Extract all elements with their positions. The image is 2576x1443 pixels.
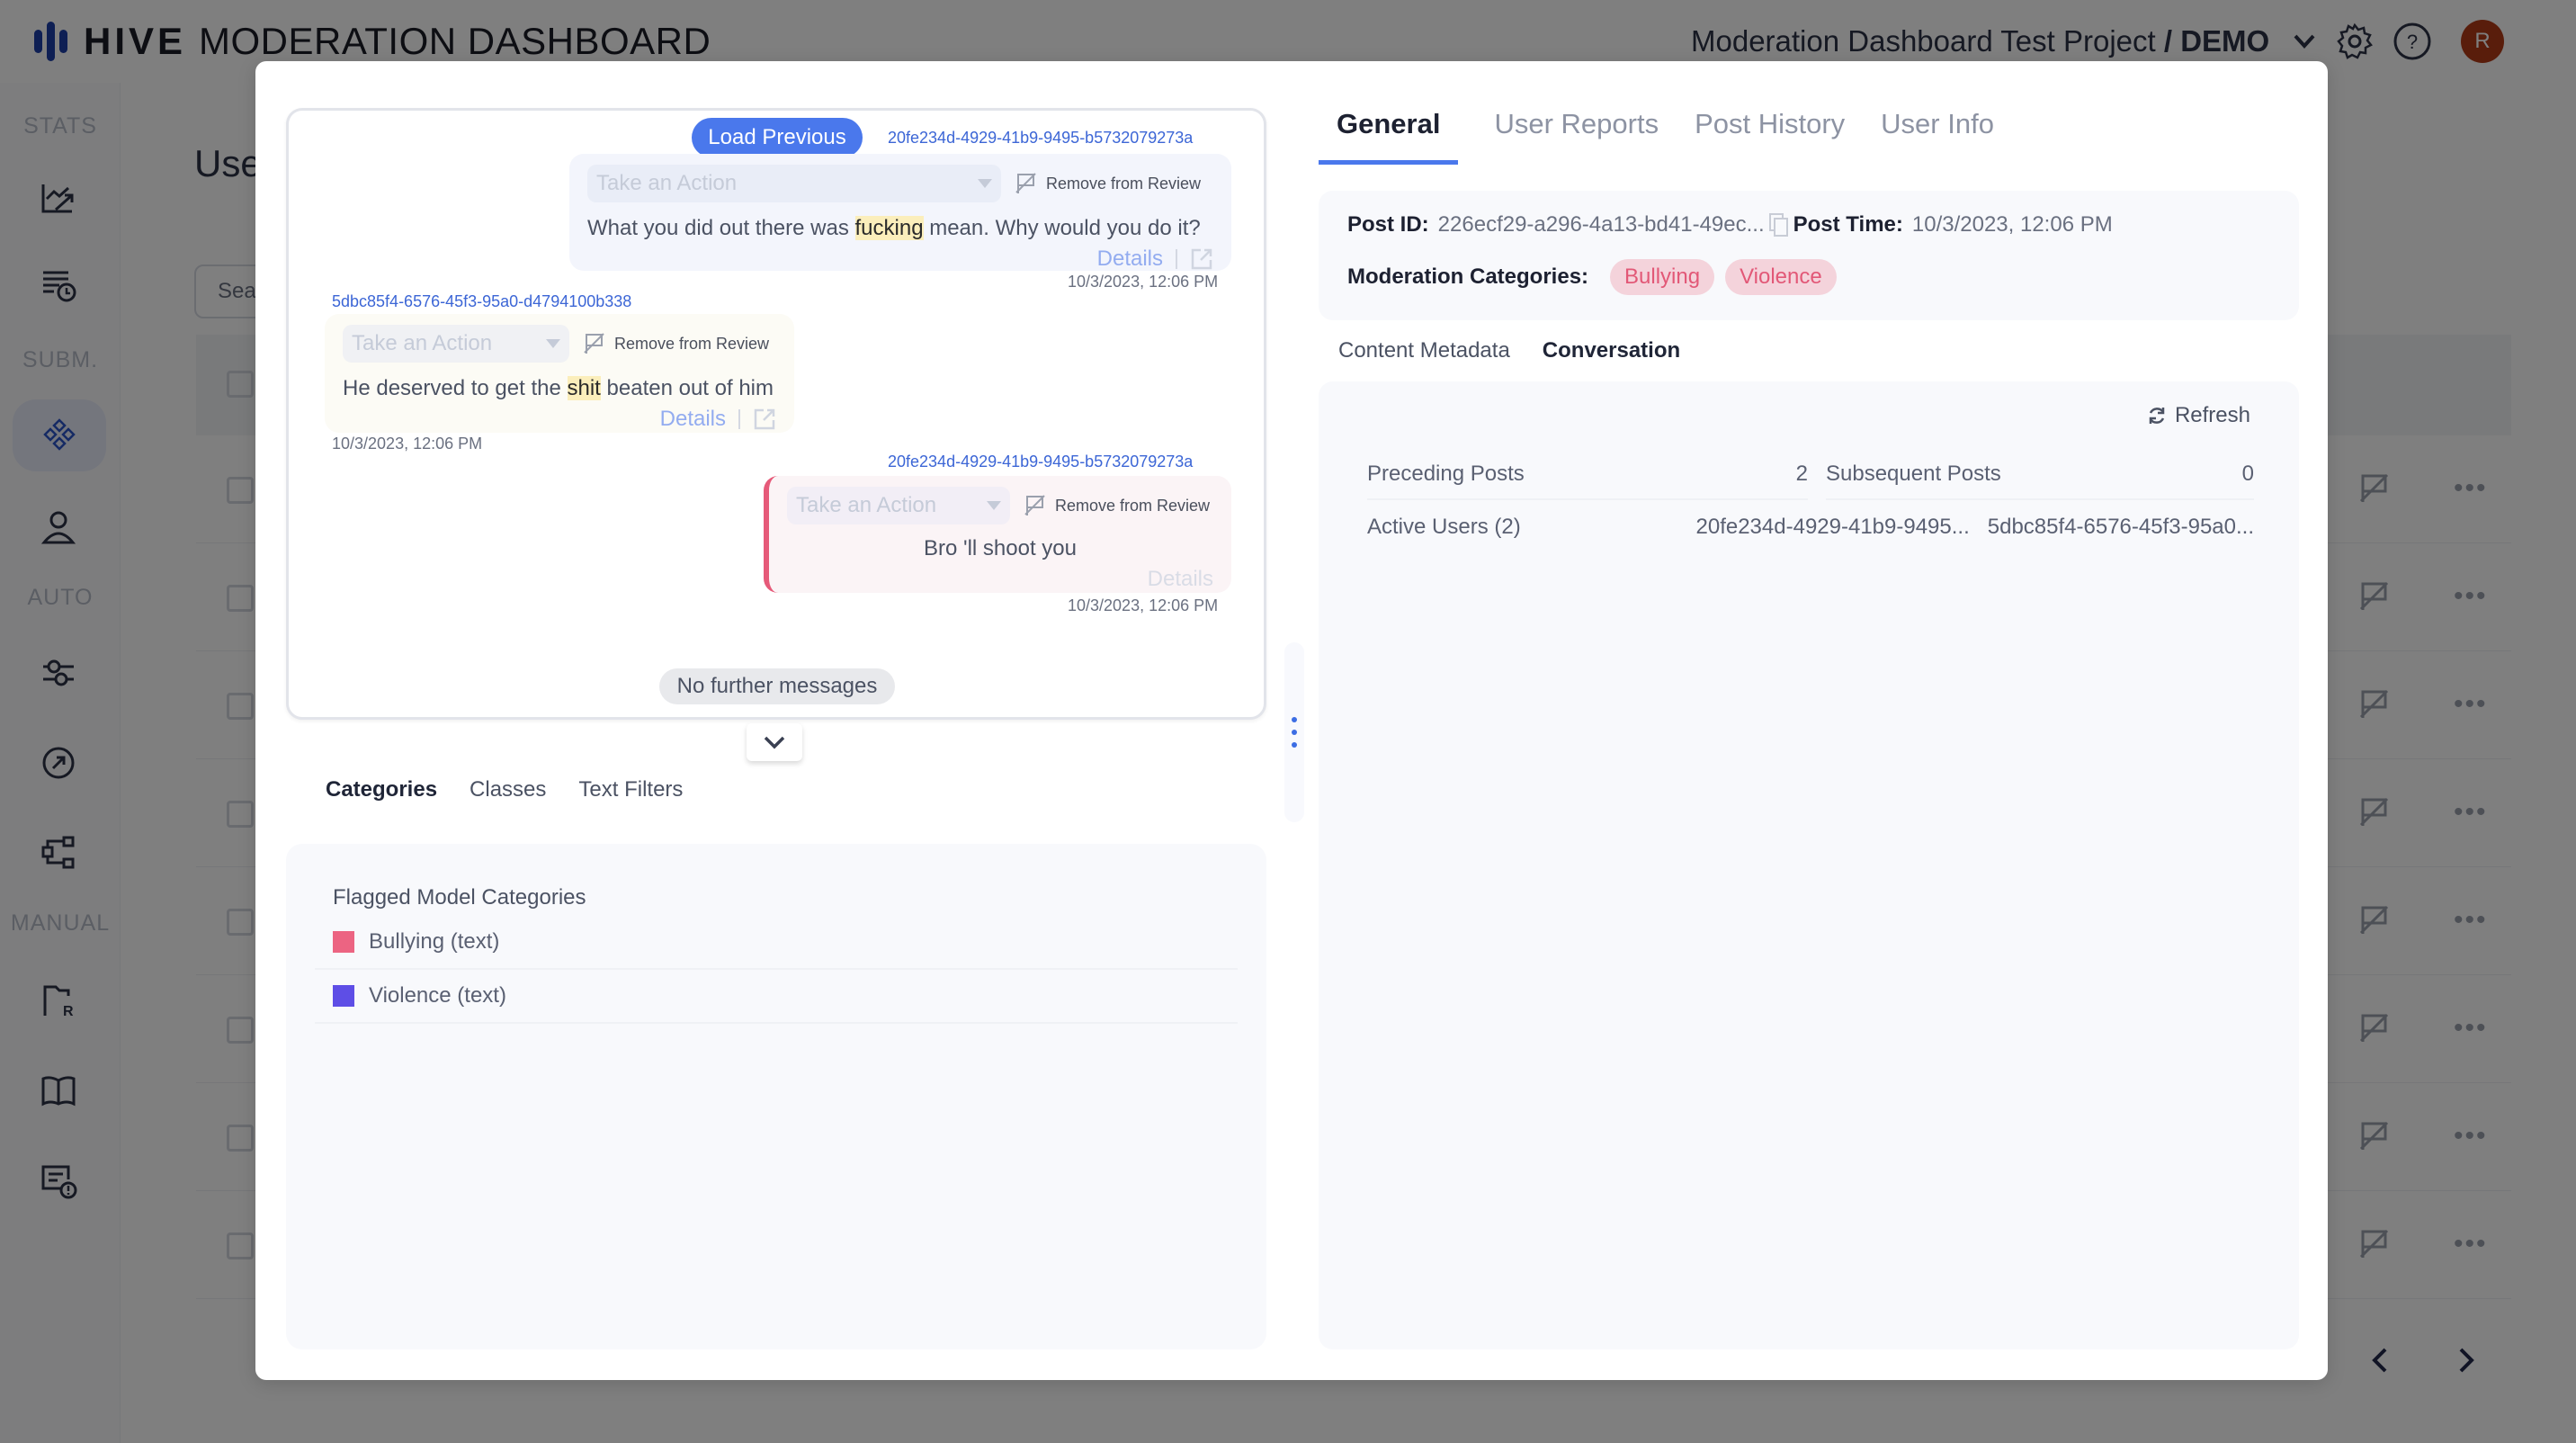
- divider: [1176, 249, 1177, 269]
- details-link[interactable]: Details: [1097, 246, 1163, 272]
- chevron-down-icon: [764, 736, 785, 749]
- subsequent-posts-value: 0: [2241, 462, 2254, 486]
- tab-user-info[interactable]: User Info: [1881, 108, 1994, 165]
- message-text: What you did out there was fucking mean.…: [587, 213, 1213, 244]
- active-users-row: Active Users (2) 20fe234d-4929-41b9-9495…: [1367, 502, 2254, 552]
- take-action-dropdown[interactable]: Take an Action: [787, 487, 1010, 524]
- message-bubble: Take an Action Remove from Review What y…: [569, 154, 1231, 271]
- message-bubble: Take an Action Remove from Review He des…: [325, 314, 794, 433]
- message-timestamp: 10/3/2023, 12:06 PM: [1068, 596, 1219, 614]
- active-user-id[interactable]: 5dbc85f4-6576-45f3-95a0...: [1988, 515, 2254, 540]
- load-previous-button[interactable]: Load Previous: [692, 118, 863, 157]
- post-id-value: 226ecf29-a296-4a13-bd41-49ec...: [1437, 212, 1765, 237]
- flagged-categories-title: Flagged Model Categories: [333, 885, 586, 910]
- flag-off-icon: [1015, 173, 1036, 193]
- post-id-label: Post ID:: [1347, 212, 1429, 237]
- subsequent-posts-cell: Subsequent Posts 0: [1826, 450, 2254, 500]
- highlighted-term: shit: [567, 376, 601, 400]
- panel-resize-handle[interactable]: [1284, 642, 1304, 822]
- message-text-part: mean. Why would you do it?: [923, 216, 1201, 240]
- moderation-categories-label: Moderation Categories:: [1347, 264, 1589, 289]
- details-link[interactable]: Details: [1148, 567, 1213, 592]
- refresh-button[interactable]: Refresh: [2146, 403, 2250, 428]
- highlighted-term: fucking: [854, 216, 924, 240]
- caret-down-icon: [978, 179, 992, 188]
- message-text-part: He deserved to get the: [343, 376, 568, 400]
- preceding-posts-value: 2: [1795, 462, 1808, 486]
- preceding-posts-label: Preceding Posts: [1367, 462, 1525, 486]
- message-user-id[interactable]: 20fe234d-4929-41b9-9495-b5732079273a: [888, 129, 1193, 148]
- active-users-label: Active Users (2): [1367, 515, 1521, 539]
- external-link-icon[interactable]: [753, 408, 776, 431]
- right-tab-bar: General User Reports Post History User I…: [1319, 108, 1994, 165]
- no-further-messages-badge: No further messages: [659, 668, 895, 704]
- flag-off-icon: [584, 333, 604, 354]
- post-id-row: Post ID: 226ecf29-a296-4a13-bd41-49ec...…: [1347, 212, 2113, 238]
- current-message-bubble: Take an Action Remove from Review Bro 'l…: [764, 476, 1231, 593]
- conversation-metadata-panel: Refresh Preceding Posts 2 Subsequent Pos…: [1319, 381, 2299, 1349]
- remove-from-review-button[interactable]: Remove from Review: [1024, 494, 1210, 517]
- message-timestamp: 10/3/2023, 12:06 PM: [1068, 273, 1219, 291]
- tab-post-history[interactable]: Post History: [1695, 108, 1845, 165]
- remove-from-review-label: Remove from Review: [1055, 496, 1211, 515]
- subsequent-posts-label: Subsequent Posts: [1826, 462, 2001, 486]
- caret-down-icon: [987, 501, 1001, 510]
- message-timestamp: 10/3/2023, 12:06 PM: [332, 435, 483, 453]
- remove-from-review-label: Remove from Review: [1046, 174, 1202, 193]
- category-pill-bullying: Bullying: [1610, 259, 1715, 295]
- message-user-id[interactable]: 20fe234d-4929-41b9-9495-b5732079273a: [888, 453, 1193, 471]
- metadata-tab-bar: Content Metadata Conversation: [1338, 338, 1680, 363]
- take-action-dropdown[interactable]: Take an Action: [587, 165, 1001, 202]
- category-label: Bullying (text): [369, 929, 500, 954]
- conversation-panel: Load Previous 20fe234d-4929-41b9-9495-b5…: [286, 108, 1266, 720]
- tab-text-filters[interactable]: Text Filters: [578, 777, 683, 802]
- categories-panel: Flagged Model Categories Bullying (text)…: [286, 844, 1266, 1349]
- moderation-categories-row: Moderation Categories: Bullying Violence: [1347, 259, 1837, 295]
- external-link-icon[interactable]: [1190, 247, 1213, 271]
- active-user-id[interactable]: 20fe234d-4929-41b9-9495...: [1696, 515, 1970, 540]
- category-color-swatch: [333, 931, 354, 953]
- post-time-value: 10/3/2023, 12:06 PM: [1911, 212, 2113, 237]
- refresh-icon: [2149, 408, 2165, 424]
- post-info-card: Post ID: 226ecf29-a296-4a13-bd41-49ec...…: [1319, 191, 2299, 320]
- copy-icon[interactable]: [1768, 212, 1790, 238]
- remove-from-review-label: Remove from Review: [614, 334, 770, 353]
- category-row: Bullying (text): [315, 916, 1238, 970]
- message-text-part: What you did out there was: [587, 216, 855, 240]
- category-color-swatch: [333, 985, 354, 1007]
- take-action-dropdown[interactable]: Take an Action: [343, 325, 569, 363]
- tab-categories[interactable]: Categories: [326, 777, 437, 802]
- message-text: He deserved to get the shit beaten out o…: [343, 373, 776, 404]
- message-user-id[interactable]: 5dbc85f4-6576-45f3-95a0-d4794100b338: [332, 292, 631, 311]
- caret-down-icon: [546, 339, 560, 348]
- take-action-placeholder: Take an Action: [352, 331, 493, 355]
- message-text-part: beaten out of him: [600, 376, 774, 400]
- remove-from-review-button[interactable]: Remove from Review: [584, 332, 769, 355]
- previous-page-button[interactable]: [2367, 1344, 2393, 1376]
- category-label: Violence (text): [369, 983, 506, 1008]
- tab-user-reports[interactable]: User Reports: [1494, 108, 1659, 165]
- tab-conversation[interactable]: Conversation: [1543, 338, 1680, 363]
- category-pill-violence: Violence: [1725, 259, 1837, 295]
- post-detail-modal: Load Previous 20fe234d-4929-41b9-9495-b5…: [255, 61, 2328, 1380]
- refresh-label: Refresh: [2174, 403, 2250, 427]
- tab-general[interactable]: General: [1319, 108, 1459, 165]
- next-page-button[interactable]: [2454, 1344, 2479, 1376]
- flag-off-icon: [1024, 495, 1045, 515]
- take-action-placeholder: Take an Action: [596, 171, 738, 195]
- post-time-label: Post Time:: [1793, 212, 1903, 237]
- message-text: Bro 'll shoot you: [923, 536, 1077, 560]
- take-action-placeholder: Take an Action: [796, 493, 937, 517]
- left-tab-bar: Categories Classes Text Filters: [326, 777, 683, 802]
- tab-classes[interactable]: Classes: [470, 777, 546, 802]
- remove-from-review-button[interactable]: Remove from Review: [1015, 172, 1201, 195]
- details-link[interactable]: Details: [660, 407, 726, 432]
- collapse-conversation-button[interactable]: [747, 723, 802, 761]
- category-row: Violence (text): [315, 970, 1238, 1024]
- preceding-posts-cell: Preceding Posts 2: [1367, 450, 1808, 500]
- tab-content-metadata[interactable]: Content Metadata: [1338, 338, 1510, 363]
- divider: [738, 409, 740, 429]
